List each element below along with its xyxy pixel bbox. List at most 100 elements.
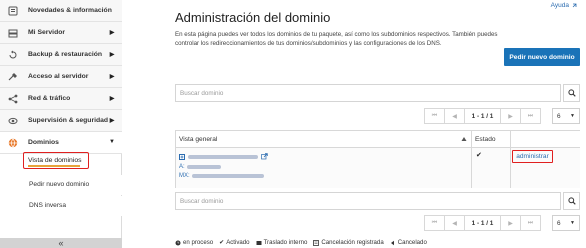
search-input[interactable] (176, 85, 560, 101)
chevron-right-icon: ▶ (109, 73, 115, 80)
domains-table: Vista general Estado A: MX: ✔ administra… (175, 130, 580, 188)
a-record-prefix: A: (179, 164, 185, 170)
info-icon (7, 5, 18, 16)
page-title: Administración del dominio (175, 10, 331, 25)
sidebar-item-label: Acceso al servidor (28, 73, 89, 80)
search-icon (567, 89, 576, 97)
domain-name-redacted[interactable] (188, 154, 258, 159)
expand-icon[interactable] (179, 153, 185, 160)
active-underline (28, 165, 80, 167)
external-link-icon (572, 3, 577, 7)
main-content: Ayuda Administración del dominio En esta… (122, 0, 586, 248)
globe-icon (7, 137, 18, 148)
sidebar-item-news[interactable]: Novedades & información (0, 0, 122, 22)
help-label: Ayuda (550, 2, 569, 9)
column-header-overview[interactable]: Vista general (176, 131, 472, 148)
chevron-right-icon: ▶ (109, 29, 115, 36)
chevron-down-icon: ▼ (570, 113, 575, 119)
sidebar-item-label: Supervisión & seguridad (28, 117, 109, 124)
sidebar-subitem-label: DNS inversa (29, 202, 67, 209)
sidebar-item-backup[interactable]: Backup & restauración ▶ (0, 44, 122, 66)
first-page-button[interactable]: ⏮ (424, 108, 445, 124)
help-link[interactable]: Ayuda (551, 2, 577, 9)
order-domain-button[interactable]: Pedir nuevo dominio (504, 48, 580, 66)
search-icon (567, 197, 576, 205)
prev-page-button[interactable]: ◀ (444, 108, 465, 124)
sidebar-item-label: Novedades & información (28, 7, 112, 14)
header-label: Estado (475, 136, 496, 143)
page-range: 1 - 1 / 1 (464, 108, 501, 124)
next-page-button[interactable]: ▶ (500, 215, 521, 231)
sidebar-subitem-reverse-dns[interactable]: DNS inversa (0, 196, 122, 216)
pagination-bottom: ⏮ ◀ 1 - 1 / 1 ▶ ⏭ (424, 215, 541, 231)
search-input[interactable] (176, 193, 560, 209)
sidebar-item-server-access[interactable]: Acceso al servidor ▶ (0, 66, 122, 88)
sidebar-item-label: Mi Servidor (28, 29, 66, 36)
chevron-right-icon: ▶ (109, 95, 115, 102)
per-page-select-bottom[interactable]: 6 ▼ (552, 215, 580, 231)
sidebar-subitem-domain-view[interactable]: Vista de dominios (23, 152, 89, 169)
check-icon: ✔ (219, 240, 225, 246)
sidebar-item-my-server[interactable]: Mi Servidor ▶ (0, 22, 122, 44)
last-page-button[interactable]: ⏭ (520, 215, 541, 231)
prev-page-button[interactable]: ◀ (444, 215, 465, 231)
actions-cell: administrar (511, 148, 580, 188)
page-range: 1 - 1 / 1 (464, 215, 501, 231)
clock-icon (175, 240, 181, 245)
legend-item: Traslado interno (256, 239, 308, 246)
sidebar-collapse-button[interactable]: « (0, 238, 122, 248)
network-icon (7, 93, 18, 104)
pagination: ⏮ ◀ 1 - 1 / 1 ▶ ⏭ (424, 108, 541, 124)
legend-label: Cancelación registrada (321, 239, 384, 246)
sidebar-subitem-label: Pedir nuevo dominio (29, 181, 90, 188)
external-link-icon[interactable] (261, 153, 268, 160)
sidebar-item-network[interactable]: Red & tráfico ▶ (0, 88, 122, 110)
cancel-registered-icon (313, 239, 320, 246)
domain-search-field-bottom[interactable] (175, 192, 561, 210)
legend-label: Traslado interno (263, 239, 308, 246)
chevron-down-icon: ▼ (570, 220, 575, 226)
manage-button[interactable]: administrar (512, 150, 553, 163)
domain-search-field[interactable] (175, 84, 561, 102)
legend-item: en proceso (175, 239, 213, 246)
legend-label: en proceso (183, 239, 214, 246)
sidebar-subitem-order-domain[interactable]: Pedir nuevo dominio (0, 175, 122, 195)
sidebar: Novedades & información Mi Servidor ▶ Ba… (0, 0, 122, 248)
mx-record-value-redacted (191, 174, 264, 178)
status-cell: ✔ (472, 148, 511, 188)
check-icon: ✔ (476, 152, 482, 159)
manage-label: administrar (516, 153, 549, 160)
header-label: Vista general (179, 136, 218, 143)
cancelled-icon (390, 240, 394, 245)
legend-label: Cancelado (397, 239, 427, 246)
mx-record-prefix: MX: (179, 173, 190, 179)
legend-item: Cancelación registrada (313, 239, 384, 246)
chevron-right-icon: ▶ (109, 51, 115, 58)
legend-item: ✔ Activado (219, 239, 249, 246)
backup-icon (7, 49, 18, 60)
transfer-icon (256, 240, 262, 245)
column-header-actions (511, 131, 580, 148)
double-chevron-left-icon: « (58, 238, 64, 248)
server-icon (7, 27, 18, 38)
per-page-value: 6 (557, 112, 561, 120)
last-page-button[interactable]: ⏭ (520, 108, 541, 124)
status-legend: en proceso ✔ Activado Traslado interno C… (175, 239, 427, 246)
search-button-bottom[interactable] (563, 192, 580, 210)
sidebar-item-domains[interactable]: Dominios ▼ (0, 132, 122, 154)
table-row: A: MX: (176, 148, 472, 188)
chevron-right-icon: ▶ (109, 117, 115, 124)
key-icon (7, 71, 18, 82)
chevron-down-icon: ▼ (109, 139, 115, 145)
first-page-button[interactable]: ⏮ (424, 215, 445, 231)
legend-label: Activado (226, 239, 250, 246)
a-record-value-redacted (186, 165, 221, 169)
sidebar-subitem-label: Vista de dominios (28, 156, 82, 164)
page-description: En esta página puedes ver todos los domi… (175, 31, 498, 47)
per-page-select[interactable]: 6 ▼ (552, 108, 580, 124)
next-page-button[interactable]: ▶ (500, 108, 521, 124)
search-button[interactable] (563, 84, 580, 102)
legend-item: Cancelado (390, 239, 427, 246)
sidebar-item-monitoring[interactable]: Supervisión & seguridad ▶ (0, 110, 122, 132)
column-header-status: Estado (472, 131, 511, 148)
